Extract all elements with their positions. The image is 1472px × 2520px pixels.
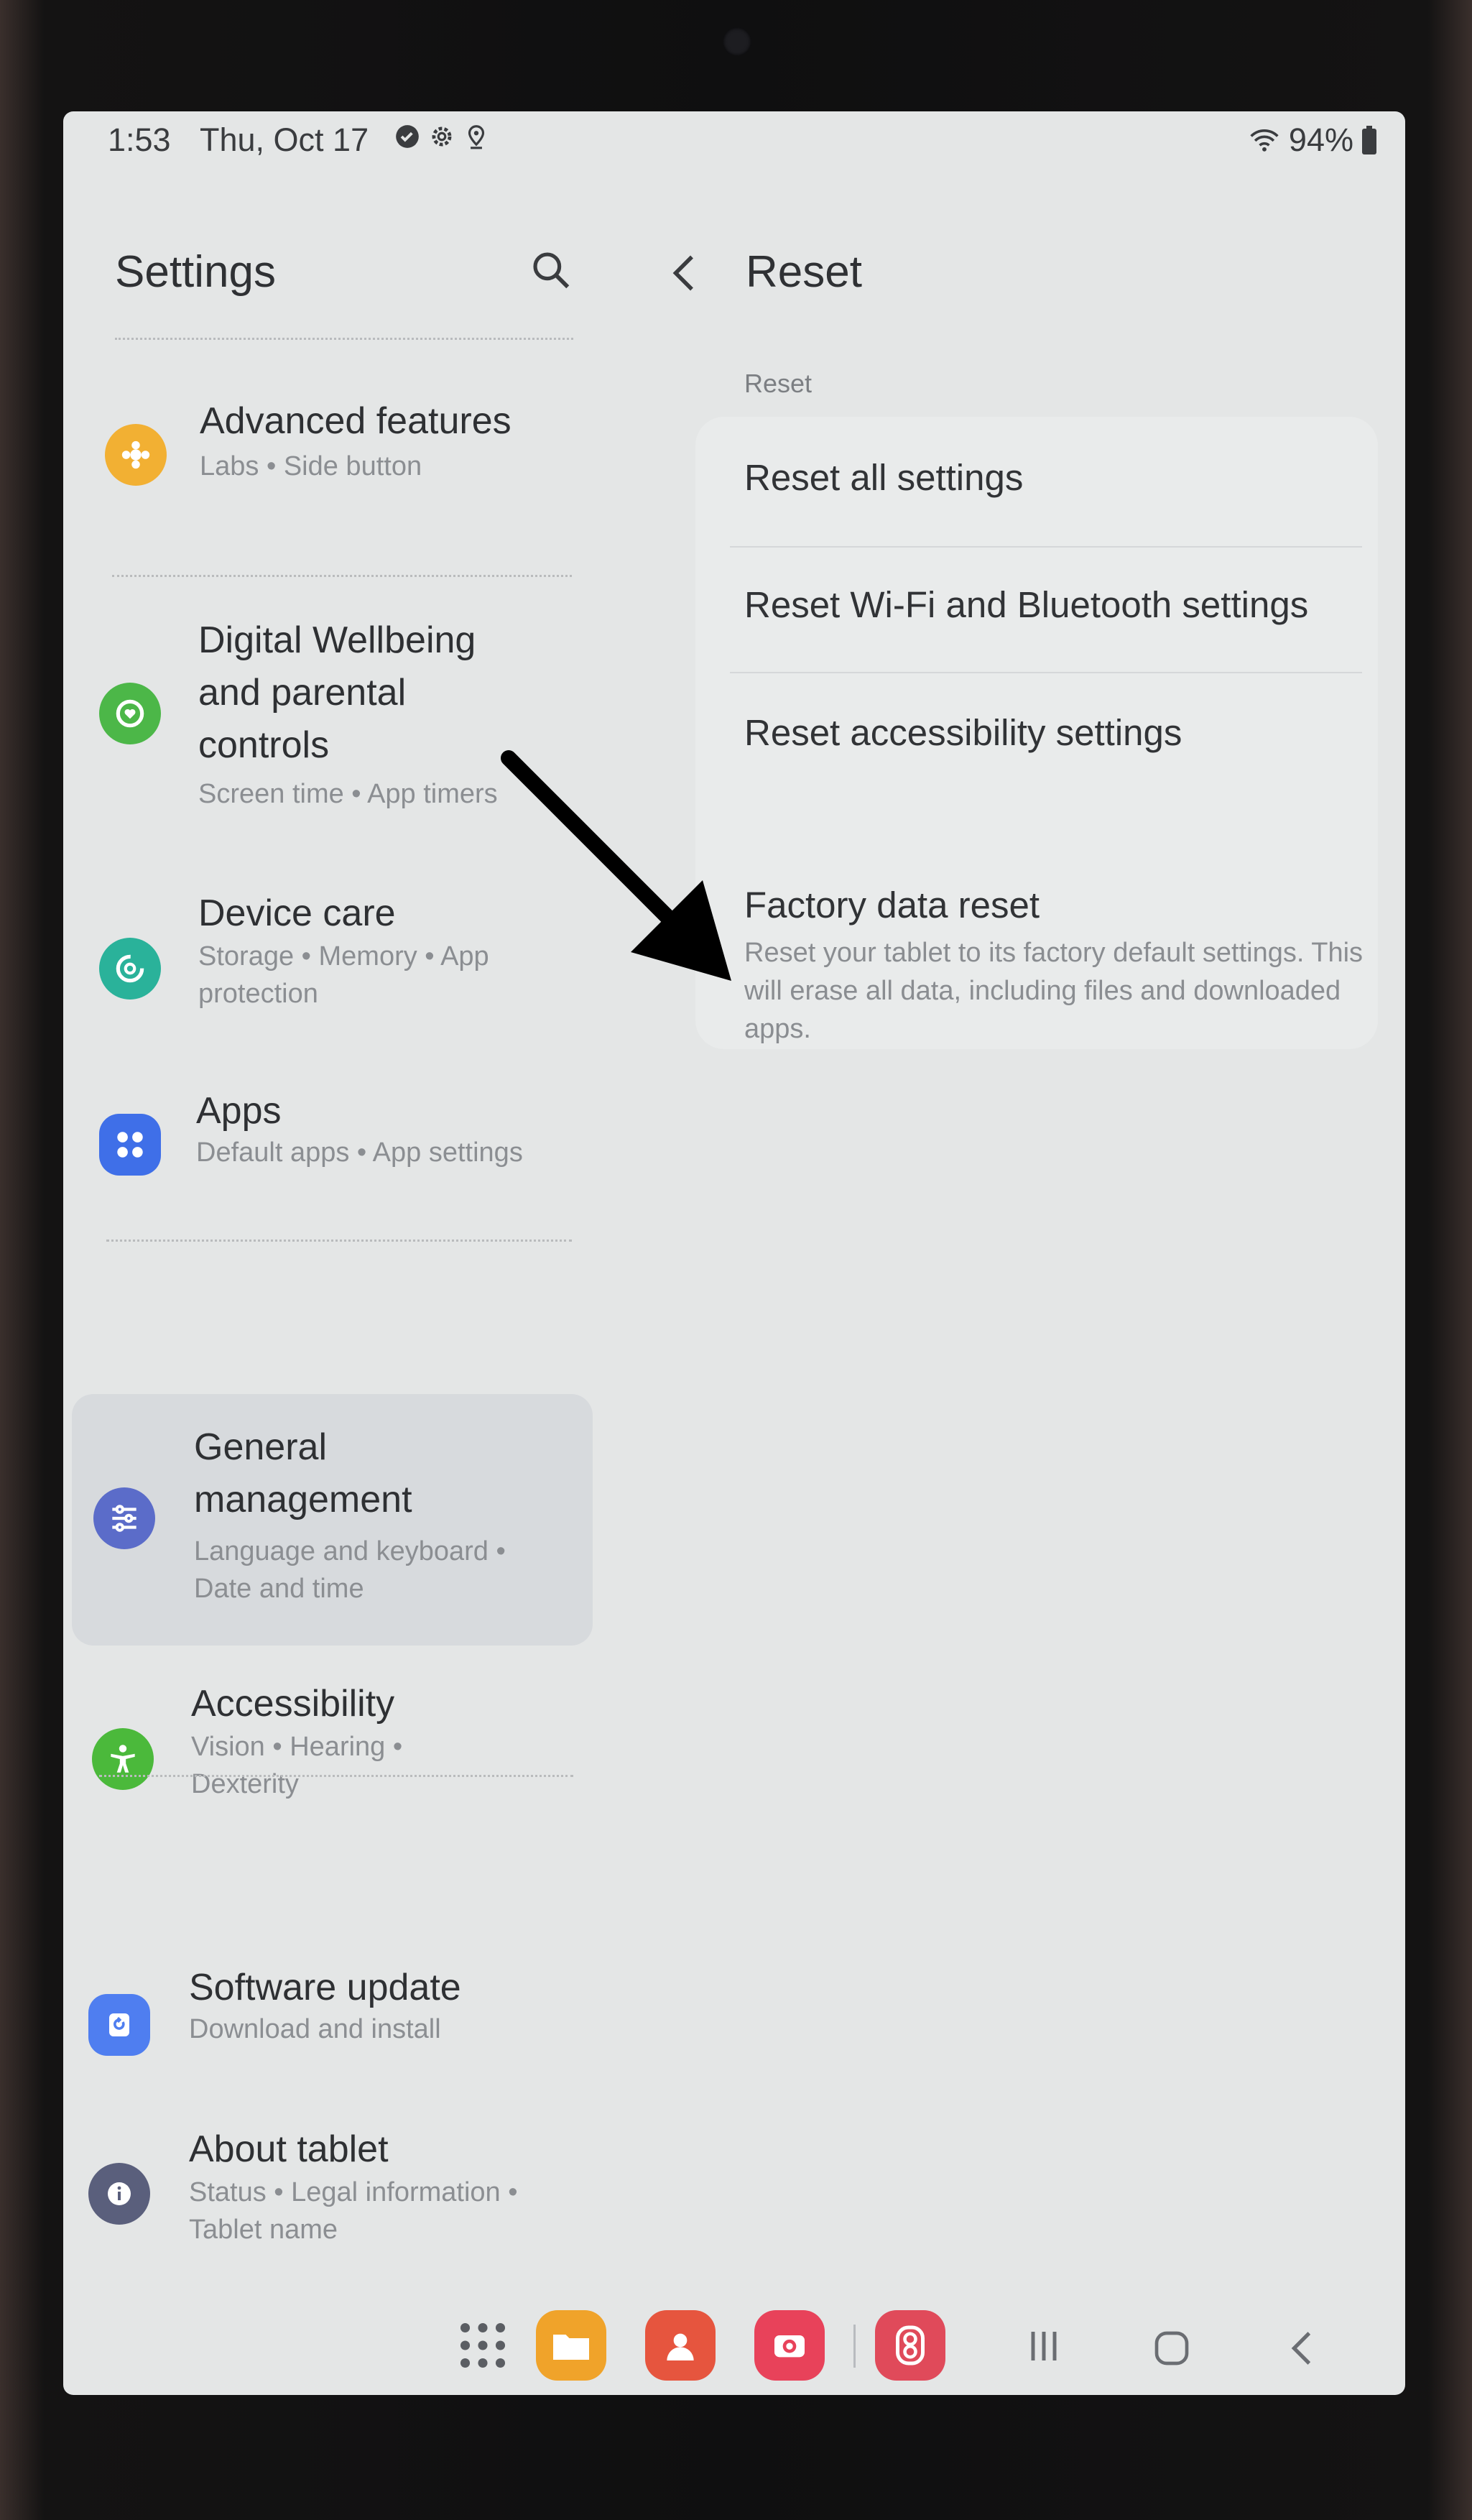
annotation-arrow-icon [501,750,731,981]
menu-item-title: About tablet [189,2128,389,2170]
search-icon[interactable] [529,248,573,292]
location-icon [468,125,485,149]
menu-item-software-update[interactable]: Software update Download and install [63,1962,609,2077]
menu-item-subtitle: Storage • Memory • App protection [198,941,489,1009]
menu-item-apps[interactable]: Apps Default apps • App settings [63,1085,609,1193]
menu-item-title: Apps [196,1090,282,1132]
section-label: Reset [744,369,813,398]
battery-icon [1362,126,1376,154]
status-date: Thu, Oct 17 [200,121,369,158]
menu-item-title: Digital Wellbeing and parental controls [198,619,476,766]
reset-wifi-bluetooth-settings[interactable]: Reset Wi-Fi and Bluetooth settings [744,583,1308,626]
menu-item-title: Advanced features [200,400,512,442]
factory-data-reset-title: Factory data reset [744,885,1040,926]
menu-item-general-management[interactable]: General management Language and keyboard… [72,1394,593,1646]
wifi-icon [1250,129,1279,152]
menu-item-title: General management [194,1426,412,1520]
menu-item-title: Device care [198,892,396,934]
about-tablet-icon [88,2163,150,2225]
home-icon[interactable] [1152,2328,1192,2368]
divider [112,575,572,577]
menu-item-subtitle: Screen time • App timers [198,779,498,809]
menu-item-title: Accessibility [191,1683,395,1725]
status-right: 94% [1249,121,1376,159]
navigation-bar [63,2289,1405,2389]
menu-item-subtitle: Download and install [189,2014,441,2044]
factory-data-reset-description: Reset your tablet to its factory default… [744,938,1364,1044]
apps-icon [99,1114,161,1176]
gear-icon [432,126,452,147]
recents-icon[interactable] [1022,2328,1065,2364]
reset-accessibility-settings[interactable]: Reset accessibility settings [744,711,1182,754]
settings-list-panel: Settings Advanced features Labs • Side b… [63,169,609,2325]
screen: 1:53 Thu, Oct 17 94% Settings Advanced f… [63,111,1405,2395]
general-management-icon [93,1487,155,1549]
device-care-icon [99,938,161,1000]
menu-item-subtitle: Status • Legal information • Tablet name [189,2177,518,2245]
advanced-features-icon [105,424,167,486]
menu-item-accessibility[interactable]: Accessibility Vision • Hearing • Dexteri… [63,1678,609,1822]
contacts-icon[interactable] [645,2310,716,2381]
app-drawer-icon[interactable] [448,2310,518,2381]
dock-separator [853,2325,856,2368]
digital-wellbeing-icon [99,683,161,744]
menu-item-about-tablet[interactable]: About tablet Status • Legal information … [63,2123,609,2267]
back-arrow-icon[interactable] [667,251,703,295]
back-icon[interactable] [1284,2328,1320,2368]
my-files-icon[interactable] [536,2310,606,2381]
menu-item-title: Software update [189,1967,461,2008]
battery-percent: 94% [1288,121,1353,158]
divider [106,1240,572,1242]
multi-window-icon[interactable] [875,2310,945,2381]
settings-title: Settings [115,247,277,297]
menu-item-subtitle: Vision • Hearing • Dexterity [191,1732,403,1799]
reset-all-settings[interactable]: Reset all settings [744,456,1023,499]
reset-detail-panel: Reset Reset Reset all settings Reset Wi-… [624,169,1405,2325]
menu-item-subtitle: Labs • Side button [200,451,422,481]
divider [115,338,573,340]
accessibility-icon [92,1728,154,1790]
check-badge-icon [396,125,419,148]
divider [730,672,1362,673]
camera-icon[interactable] [754,2310,825,2381]
divider [730,546,1362,548]
status-notification-icons [394,123,490,150]
menu-item-advanced-features[interactable]: Advanced features Labs • Side button [63,384,609,514]
software-update-icon [88,1994,150,2056]
page-title: Reset [746,247,862,297]
status-bar: 1:53 Thu, Oct 17 94% [63,111,1405,169]
menu-item-subtitle: Language and keyboard • Date and time [194,1536,506,1604]
status-time: 1:53 [108,121,171,158]
front-camera [723,27,751,56]
menu-item-subtitle: Default apps • App settings [196,1137,523,1168]
divider [99,1775,573,1777]
